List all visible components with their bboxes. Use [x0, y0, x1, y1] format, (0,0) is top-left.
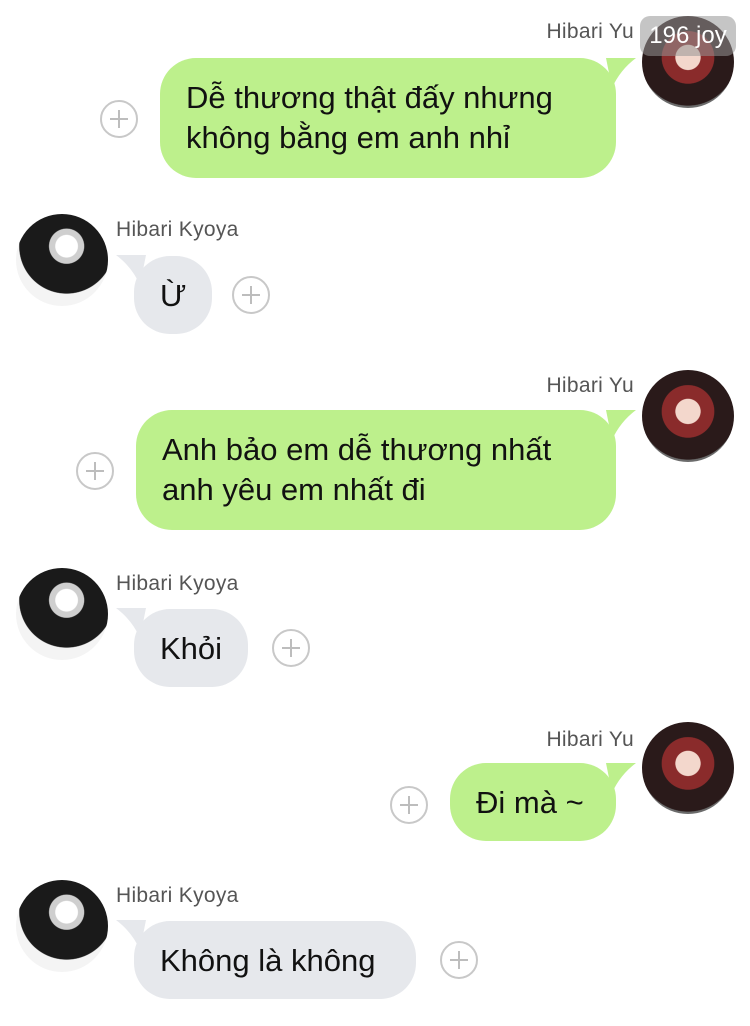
sender-name: Hibari Yu — [546, 20, 634, 43]
sender-name: Hibari Yu — [546, 728, 634, 751]
message-bubble[interactable]: Dễ thương thật đấy nhưng không bằng em a… — [160, 58, 616, 178]
bubble-tail — [606, 410, 636, 440]
message-line: anh yêu em nhất đi — [162, 472, 426, 507]
sender-name: Hibari Kyoya — [116, 572, 239, 595]
add-reaction-button[interactable] — [440, 941, 478, 979]
message-line: không bằng em anh nhỉ — [186, 120, 511, 155]
message-bubble[interactable]: Ừ — [134, 256, 212, 334]
sender-name: Hibari Yu — [546, 374, 634, 397]
add-reaction-button[interactable] — [76, 452, 114, 490]
avatar[interactable] — [16, 880, 108, 972]
add-reaction-button[interactable] — [390, 786, 428, 824]
avatar[interactable] — [642, 722, 734, 814]
sender-name: Hibari Kyoya — [116, 884, 239, 907]
add-reaction-button[interactable] — [272, 629, 310, 667]
add-reaction-button[interactable] — [100, 100, 138, 138]
sender-name: Hibari Kyoya — [116, 218, 239, 241]
bubble-tail — [606, 763, 636, 793]
watermark: 196 joy — [640, 16, 736, 56]
avatar[interactable] — [642, 370, 734, 462]
message-line: Khỏi — [160, 631, 223, 666]
message-line: Dễ thương thật đấy nhưng — [186, 80, 553, 115]
message-line: Anh bảo em dễ thương nhất — [162, 432, 552, 467]
add-reaction-button[interactable] — [232, 276, 270, 314]
message-bubble[interactable]: Khỏi — [134, 609, 248, 687]
message-bubble[interactable]: Anh bảo em dễ thương nhất anh yêu em nhấ… — [136, 410, 616, 530]
message-line: Không là không — [160, 943, 376, 978]
bubble-tail — [606, 58, 636, 88]
avatar[interactable] — [16, 568, 108, 660]
message-bubble[interactable]: Không là không — [134, 921, 416, 999]
message-bubble[interactable]: Đi mà ~ — [450, 763, 616, 841]
message-line: Đi mà ~ — [476, 785, 584, 820]
avatar[interactable] — [16, 214, 108, 306]
message-line: Ừ — [160, 278, 187, 313]
